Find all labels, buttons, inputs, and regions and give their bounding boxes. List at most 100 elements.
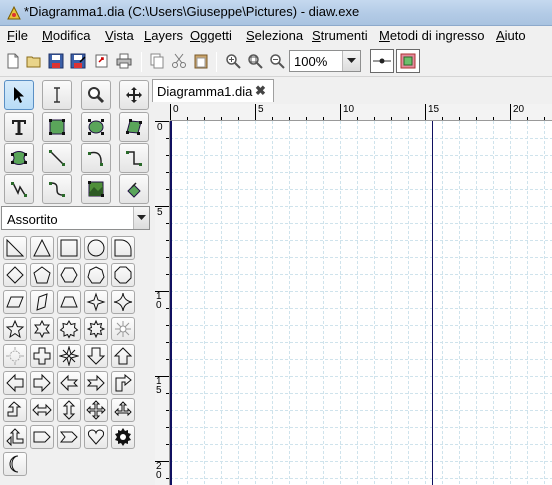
pointer-tool[interactable] [4, 80, 34, 110]
triangle-shape[interactable] [30, 236, 54, 260]
trapezoid-shape[interactable] [57, 290, 81, 314]
diagram-canvas[interactable] [170, 121, 552, 485]
star-4-curved-shape[interactable] [111, 290, 135, 314]
chevron-down-icon[interactable] [342, 51, 360, 71]
box-tool[interactable] [42, 112, 72, 142]
burst-shape[interactable] [111, 317, 135, 341]
bent-arrow-shape[interactable] [111, 371, 135, 395]
hexagon-shape[interactable] [57, 263, 81, 287]
arrow-up-shape[interactable] [111, 344, 135, 368]
circle-shape[interactable] [84, 236, 108, 260]
outline-tool[interactable] [119, 174, 149, 204]
beziergon-icon [11, 151, 27, 165]
chevron-shape[interactable] [57, 425, 81, 449]
pentagon-arrow-shape[interactable] [30, 425, 54, 449]
moon-shape[interactable] [3, 452, 27, 476]
cut-icon[interactable] [170, 52, 188, 70]
vertical-ruler: 0 5 10 15 20 [155, 121, 170, 485]
move-icon [126, 87, 142, 103]
notched-arrow-right-shape[interactable] [84, 371, 108, 395]
menu-vista[interactable]: Vista [105, 28, 134, 43]
text-cursor-icon [54, 87, 60, 103]
ruler-label: 20 [513, 104, 525, 115]
canvas-grid [170, 121, 552, 485]
quarter-round-shape[interactable] [111, 236, 135, 260]
arrow-right-shape[interactable] [30, 371, 54, 395]
skewed-parallelogram-shape[interactable] [30, 290, 54, 314]
diamond-shape[interactable] [3, 263, 27, 287]
menu-aiuto[interactable]: Aiuto [496, 28, 526, 43]
arc-icon [88, 151, 103, 166]
polyline-tool[interactable] [4, 174, 34, 204]
arc-tool[interactable] [81, 143, 111, 173]
image-tool[interactable] [81, 174, 111, 204]
right-triangle-shape[interactable] [3, 236, 27, 260]
close-icon[interactable]: ✖ [255, 83, 266, 99]
menu-oggetti[interactable]: Oggetti [190, 28, 232, 43]
menu-modifica[interactable]: Modifica [42, 28, 90, 43]
gear-shape[interactable] [111, 425, 135, 449]
star-7-shape[interactable] [57, 317, 81, 341]
menu-file[interactable]: File [7, 28, 28, 43]
zigzag-line-tool[interactable] [119, 143, 149, 173]
text-cursor-tool[interactable] [42, 80, 72, 110]
snap-to-grid-button[interactable] [370, 49, 394, 73]
paste-icon[interactable] [192, 52, 210, 70]
document-tab[interactable]: Diagramma1.dia ✖ [152, 79, 274, 102]
menu-strumenti[interactable]: Strumenti [312, 28, 368, 43]
zoom-fit-icon[interactable] [246, 52, 264, 70]
left-up-arrow-shape[interactable] [3, 425, 27, 449]
cross-shape[interactable] [30, 344, 54, 368]
star-8-shape[interactable] [84, 317, 108, 341]
menu-metodi-di-ingresso[interactable]: Metodi di ingresso [379, 28, 485, 43]
menu-layers[interactable]: Layers [144, 28, 183, 43]
bezier-line-tool[interactable] [42, 174, 72, 204]
outline-icon [127, 182, 141, 198]
move-tool[interactable] [119, 80, 149, 110]
save-icon[interactable] [47, 52, 65, 70]
pentagon-shape[interactable] [30, 263, 54, 287]
star-5-shape[interactable] [3, 317, 27, 341]
compass-star-shape[interactable] [57, 344, 81, 368]
ruler-label: 0 [157, 122, 163, 133]
quad-arrow-shape[interactable] [84, 398, 108, 422]
line-icon [49, 150, 65, 166]
bent-up-arrow-shape[interactable] [3, 398, 27, 422]
ruler-label: 5 [157, 207, 163, 218]
star-4-shape[interactable] [84, 290, 108, 314]
sun-shape[interactable] [3, 344, 27, 368]
square-shape[interactable] [57, 236, 81, 260]
sheet-select[interactable]: Assortito [1, 206, 150, 230]
double-arrow-vertical-shape[interactable] [57, 398, 81, 422]
menu-seleziona[interactable]: Seleziona [246, 28, 303, 43]
triple-arrow-shape[interactable] [111, 398, 135, 422]
zoom-in-icon[interactable] [224, 52, 242, 70]
double-arrow-horizontal-shape[interactable] [30, 398, 54, 422]
polygon-tool[interactable] [119, 112, 149, 142]
save-as-icon[interactable] [69, 52, 87, 70]
heart-shape[interactable] [84, 425, 108, 449]
zoom-out-icon[interactable] [268, 52, 286, 70]
new-file-icon[interactable] [4, 52, 22, 70]
ellipse-tool[interactable] [81, 112, 111, 142]
ruler-label: 10 [343, 104, 355, 115]
notched-arrow-left-shape[interactable] [57, 371, 81, 395]
print-icon[interactable] [115, 52, 133, 70]
copy-icon[interactable] [148, 52, 166, 70]
magnify-tool[interactable] [81, 80, 111, 110]
chevron-down-icon[interactable] [133, 207, 149, 229]
line-tool[interactable] [42, 143, 72, 173]
text-tool[interactable] [4, 112, 34, 142]
open-file-icon[interactable] [25, 52, 43, 70]
zoom-value: 100% [294, 54, 328, 69]
arrow-down-shape[interactable] [84, 344, 108, 368]
star-6-shape[interactable] [30, 317, 54, 341]
snap-to-objects-button[interactable] [396, 49, 420, 73]
beziergon-tool[interactable] [4, 143, 34, 173]
export-icon[interactable] [93, 52, 111, 70]
zoom-select[interactable]: 100% [289, 50, 361, 72]
heptagon-shape[interactable] [84, 263, 108, 287]
parallelogram-shape[interactable] [3, 290, 27, 314]
octagon-shape[interactable] [111, 263, 135, 287]
arrow-left-shape[interactable] [3, 371, 27, 395]
